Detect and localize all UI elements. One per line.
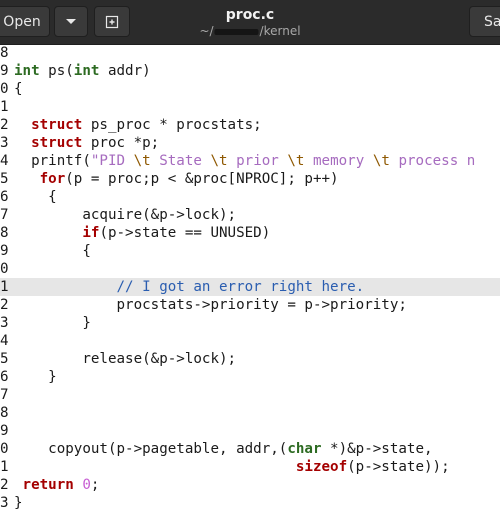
code-line[interactable]: 1 sizeof(p->state));	[0, 458, 500, 476]
recent-files-dropdown-button[interactable]	[54, 6, 88, 37]
code-line[interactable]: 9 int ps(int addr)	[0, 62, 500, 80]
line-number: 2	[0, 117, 9, 133]
code-line[interactable]: 7	[0, 386, 500, 404]
code-text: copyout(p->pagetable, addr,(char *)&p->s…	[14, 441, 433, 457]
code-line[interactable]: 1	[0, 98, 500, 116]
header-bar: Open proc.c ~//kernel Sa	[0, 0, 500, 45]
code-text: return 0;	[22, 477, 100, 493]
code-text: }	[14, 315, 91, 331]
line-number: 0	[0, 261, 9, 277]
code-line[interactable]: 3 struct proc *p;	[0, 134, 500, 152]
code-text: // I got an error right here.	[116, 279, 365, 295]
document-title: proc.c	[225, 7, 275, 23]
code-line[interactable]: 3 }	[0, 314, 500, 332]
line-number: 6	[0, 189, 9, 205]
line-number: 4	[0, 333, 9, 349]
code-line[interactable]: 9 {	[0, 242, 500, 260]
line-number: 3	[0, 495, 9, 511]
code-text: {	[14, 81, 23, 97]
code-line[interactable]: 2 procstats->priority = p->priority;	[0, 296, 500, 314]
code-line[interactable]: 4 printf("PID \t State \t prior \t memor…	[0, 152, 500, 170]
line-number: 1	[0, 459, 9, 475]
line-number: 8	[0, 405, 9, 421]
code-text: for(p = proc;p < &proc[NPROC]; p++)	[39, 171, 339, 187]
line-number: 9	[0, 423, 9, 439]
line-number: 5	[0, 351, 9, 367]
code-line[interactable]: 2 return 0;	[0, 476, 500, 494]
code-line[interactable]: 6 {	[0, 188, 500, 206]
code-text: release(&p->lock);	[14, 351, 237, 367]
line-number: 6	[0, 369, 9, 385]
line-number: 5	[0, 171, 9, 187]
code-text: if(p->state == UNUSED)	[82, 225, 271, 241]
code-text: sizeof(p->state));	[295, 459, 450, 475]
line-number: 9	[0, 63, 9, 79]
code-text: struct ps_proc * procstats;	[31, 117, 262, 133]
code-line[interactable]: 4	[0, 332, 500, 350]
code-line[interactable]: 8	[0, 44, 500, 62]
code-line[interactable]: 3}	[0, 494, 500, 512]
line-number: 1	[0, 99, 9, 115]
line-number: 8	[0, 225, 9, 241]
code-text: }	[14, 369, 57, 385]
code-text: int ps(int addr)	[14, 63, 151, 79]
code-line[interactable]: 9	[0, 422, 500, 440]
redaction-mark	[214, 28, 259, 35]
line-number: 7	[0, 207, 9, 223]
code-line[interactable]: 0	[0, 260, 500, 278]
new-document-button[interactable]	[94, 6, 130, 37]
new-document-icon	[105, 15, 119, 28]
code-line[interactable]: 5 release(&p->lock);	[0, 350, 500, 368]
open-button-label: Open	[3, 13, 41, 30]
code-line[interactable]: 8 if(p->state == UNUSED)	[0, 224, 500, 242]
line-number: 3	[0, 135, 9, 151]
line-number: 7	[0, 387, 9, 403]
code-text: printf("PID \t State \t prior \t memory …	[14, 153, 476, 169]
code-line[interactable]: 0 copyout(p->pagetable, addr,(char *)&p-…	[0, 440, 500, 458]
save-button[interactable]: Sa	[469, 6, 500, 37]
code-text: {	[14, 189, 57, 205]
code-line[interactable]: 6 }	[0, 368, 500, 386]
code-line[interactable]: 2 struct ps_proc * procstats;	[0, 116, 500, 134]
line-number: 4	[0, 153, 9, 169]
save-button-label: Sa	[484, 13, 500, 30]
code-line[interactable]: 1 // I got an error right here.	[0, 278, 500, 296]
code-line[interactable]: 8	[0, 404, 500, 422]
code-text: acquire(&p->lock);	[14, 207, 237, 223]
line-number: 2	[0, 297, 9, 313]
code-text: procstats->priority = p->priority;	[14, 297, 407, 313]
line-number: 1	[0, 279, 9, 295]
code-line[interactable]: 7 acquire(&p->lock);	[0, 206, 500, 224]
line-number: 3	[0, 315, 9, 331]
code-text: struct proc *p;	[31, 135, 160, 151]
code-text: }	[14, 495, 23, 511]
line-number: 0	[0, 441, 9, 457]
line-number: 0	[0, 81, 9, 97]
chevron-down-icon	[66, 18, 76, 24]
open-button[interactable]: Open	[0, 6, 50, 37]
code-editor[interactable]: 8 9 int ps(int addr) 0{1 2 struct ps_proc * …	[0, 44, 500, 520]
document-path: ~//kernel	[199, 24, 301, 38]
line-number: 2	[0, 477, 9, 493]
code-line[interactable]: 5 for(p = proc;p < &proc[NPROC]; p++)	[0, 170, 500, 188]
code-line[interactable]: 0{	[0, 80, 500, 98]
code-text: {	[14, 243, 91, 259]
line-number: 9	[0, 243, 9, 259]
line-number: 8	[0, 45, 9, 61]
